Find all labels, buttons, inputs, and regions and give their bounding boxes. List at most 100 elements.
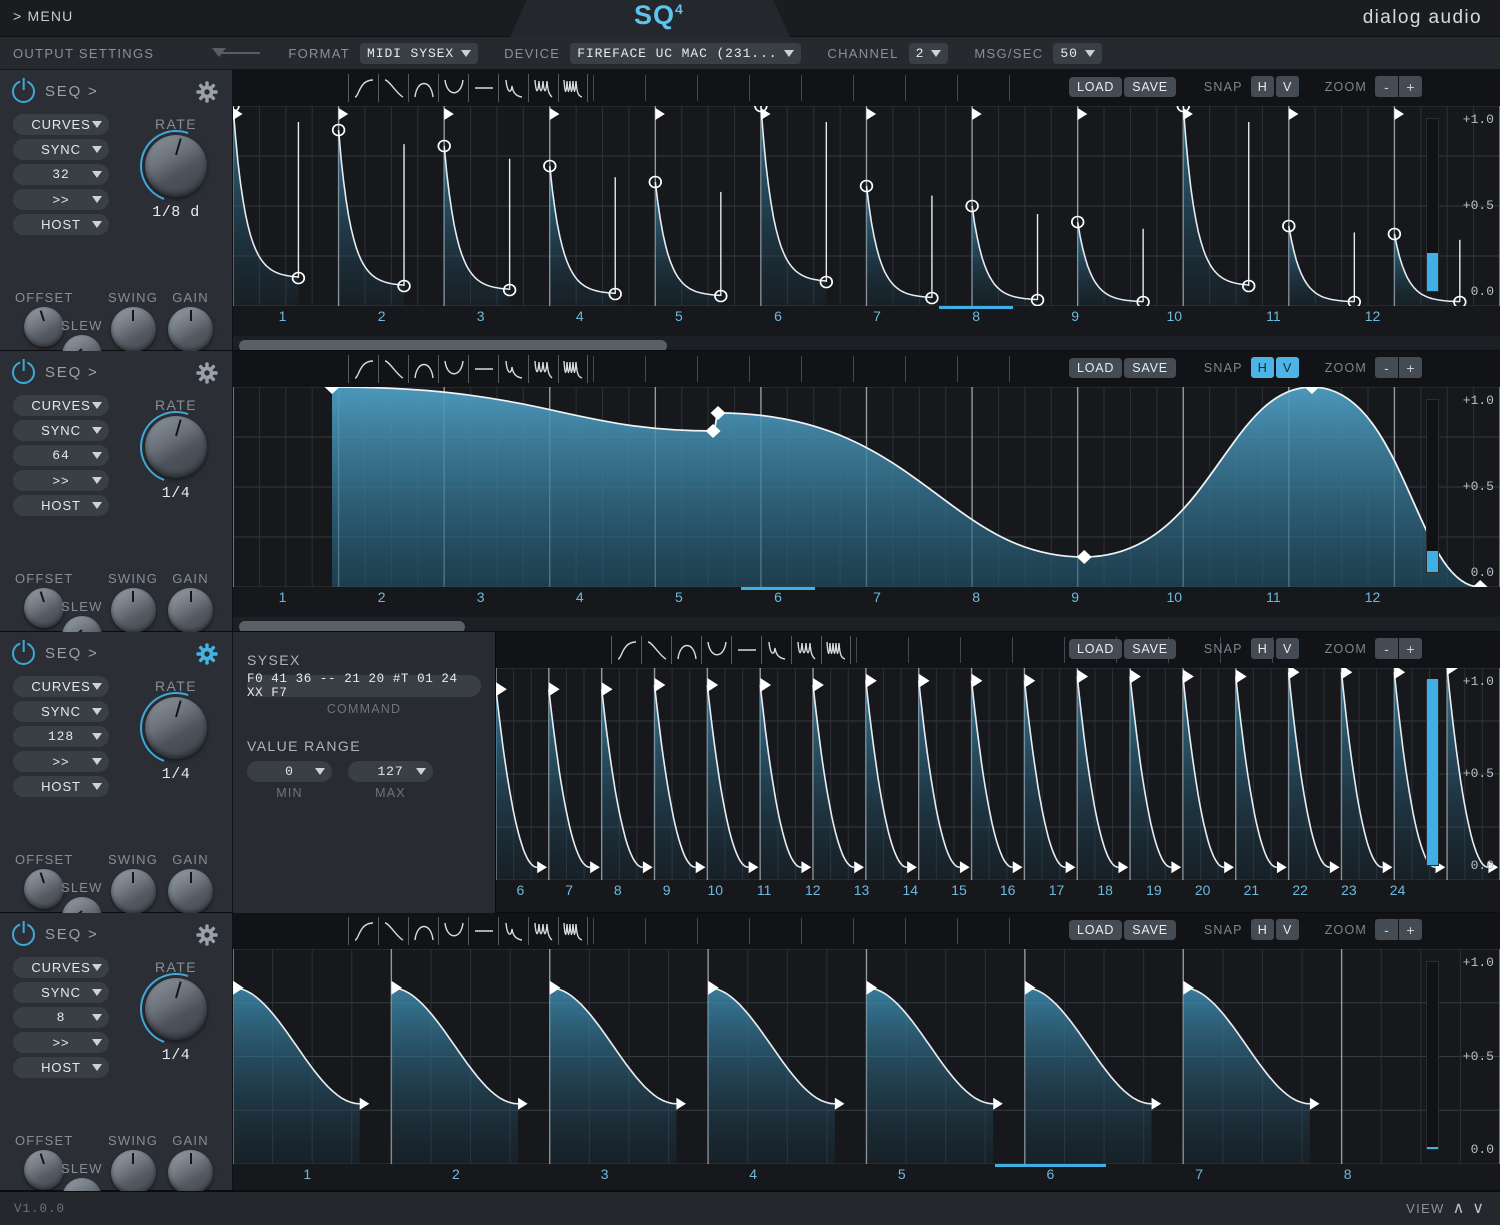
scrollbar-thumb-2[interactable]	[239, 621, 465, 631]
gear-icon-4[interactable]	[196, 924, 218, 946]
offset-knob-1[interactable]	[24, 307, 65, 347]
curve-valley-icon[interactable]	[438, 74, 468, 102]
zoom-out-button-2[interactable]: -	[1375, 357, 1398, 378]
sysex-command-field[interactable]: F0 41 36 -- 21 20 #T 01 24 XX F7	[247, 672, 481, 700]
save-button-1[interactable]: SAVE	[1124, 76, 1176, 97]
rate-knob-3[interactable]	[128, 680, 224, 776]
graph-panel-4[interactable]: LOAD SAVE SNAP H V ZOOM - + +1.0 +0.5 0.…	[233, 913, 1500, 1190]
timeline-number[interactable]: 6	[516, 882, 524, 898]
timeline-number[interactable]: 5	[675, 308, 683, 324]
timeline-number[interactable]: 12	[1365, 308, 1381, 324]
seq-label-2[interactable]: SEQ >	[45, 364, 99, 381]
plot-area-2[interactable]: +1.0 +0.5 0.0	[233, 387, 1500, 587]
timeline-number[interactable]: 9	[1071, 589, 1079, 605]
curve-dense-decay-icon[interactable]	[558, 355, 588, 383]
timeline-number[interactable]: 7	[873, 308, 881, 324]
timeline-3[interactable]: 6 7 8 9 10 11 12 13 14 15 16 17 18 19 20 21 22 23 24	[496, 880, 1500, 910]
timeline-number[interactable]: 5	[675, 589, 683, 605]
curve-arch-icon[interactable]	[408, 917, 438, 945]
steps-select-3[interactable]: 128	[13, 726, 109, 747]
snap-v-toggle-3[interactable]: V	[1275, 638, 1299, 659]
timeline-number[interactable]: 8	[972, 308, 980, 324]
curve-decay-icon[interactable]	[498, 917, 528, 945]
sync-select-2[interactable]: SYNC	[13, 420, 109, 441]
curve-flat-icon[interactable]	[468, 74, 498, 102]
snap-h-toggle-3[interactable]: H	[1250, 638, 1274, 659]
timeline-number[interactable]: 15	[951, 882, 967, 898]
seq-label-4[interactable]: SEQ >	[45, 926, 99, 943]
timeline-number[interactable]: 7	[1195, 1166, 1203, 1182]
timeline-number[interactable]: 11	[1266, 308, 1281, 324]
curve-flat-icon[interactable]	[731, 636, 761, 664]
timeline-number[interactable]: 1	[303, 1166, 311, 1182]
zoom-in-button-1[interactable]: +	[1399, 76, 1422, 97]
timeline-number[interactable]: 13	[854, 882, 870, 898]
clock-select-4[interactable]: HOST	[13, 1057, 109, 1078]
timeline-number[interactable]: 6	[1046, 1166, 1054, 1182]
mode-select-2[interactable]: CURVES	[13, 395, 109, 416]
offset-knob-2[interactable]	[24, 588, 65, 628]
swing-knob-1[interactable]	[110, 307, 156, 352]
sync-select-3[interactable]: SYNC	[13, 701, 109, 722]
curve-decay-icon[interactable]	[761, 636, 791, 664]
format-dropdown[interactable]: MIDI SYSEX	[360, 42, 479, 64]
load-button-4[interactable]: LOAD	[1068, 919, 1123, 940]
timeline-number[interactable]: 18	[1097, 882, 1113, 898]
snap-v-toggle-4[interactable]: V	[1275, 919, 1299, 940]
direction-select-4[interactable]: >>	[13, 1032, 109, 1053]
power-toggle-3[interactable]	[12, 642, 35, 665]
curve-s-icon[interactable]	[348, 355, 378, 383]
timeline-number[interactable]: 8	[614, 882, 622, 898]
clock-select-2[interactable]: HOST	[13, 495, 109, 516]
timeline-number[interactable]: 5	[898, 1166, 906, 1182]
timeline-number[interactable]: 9	[1071, 308, 1079, 324]
timeline-number[interactable]: 6	[774, 308, 782, 324]
timeline-number[interactable]: 11	[1266, 589, 1281, 605]
curve-s-icon[interactable]	[348, 74, 378, 102]
loop-indicator-2[interactable]	[740, 587, 816, 590]
direction-select-3[interactable]: >>	[13, 751, 109, 772]
curve-dense-decay-icon[interactable]	[558, 74, 588, 102]
timeline-number[interactable]: 6	[774, 589, 782, 605]
chevron-down-icon[interactable]: ∨	[1472, 1200, 1484, 1217]
swing-knob-3[interactable]	[110, 869, 156, 914]
curve-multi-decay-icon[interactable]	[528, 355, 558, 383]
sync-select-4[interactable]: SYNC	[13, 982, 109, 1003]
timeline-4[interactable]: 1 2 3 4 5 6 7 8	[233, 1164, 1500, 1190]
curve-flat-icon[interactable]	[468, 355, 498, 383]
curve-valley-icon[interactable]	[438, 355, 468, 383]
curve-decay-icon[interactable]	[498, 74, 528, 102]
gear-icon-2[interactable]	[196, 362, 218, 384]
power-toggle-1[interactable]	[12, 80, 35, 103]
power-toggle-2[interactable]	[12, 361, 35, 384]
direction-select-1[interactable]: >>	[13, 189, 109, 210]
timeline-number[interactable]: 10	[708, 882, 724, 898]
timeline-number[interactable]: 4	[749, 1166, 757, 1182]
timeline-number[interactable]: 8	[972, 589, 980, 605]
curve-dense-decay-icon[interactable]	[821, 636, 851, 664]
graph-panel-3[interactable]: LOAD SAVE SNAP H V ZOOM - + +1.0 +0.5 0.…	[496, 632, 1500, 912]
snap-h-toggle-2[interactable]: H	[1250, 357, 1274, 378]
rate-knob-2[interactable]	[128, 399, 224, 495]
timeline-number[interactable]: 4	[576, 589, 584, 605]
timeline-2[interactable]: 1 2 3 4 5 6 7 8 9 10 11 12	[233, 587, 1500, 617]
timeline-number[interactable]: 9	[663, 882, 671, 898]
timeline-number[interactable]: 12	[1365, 589, 1381, 605]
load-button-1[interactable]: LOAD	[1068, 76, 1123, 97]
timeline-number[interactable]: 8	[1344, 1166, 1352, 1182]
curve-flat-icon[interactable]	[468, 917, 498, 945]
timeline-number[interactable]: 21	[1244, 882, 1260, 898]
curve-fall-icon[interactable]	[641, 636, 671, 664]
snap-h-toggle-1[interactable]: H	[1250, 76, 1274, 97]
zoom-in-button-3[interactable]: +	[1399, 638, 1422, 659]
msgsec-dropdown[interactable]: 50	[1053, 42, 1102, 64]
curve-s-icon[interactable]	[611, 636, 641, 664]
zoom-out-button-4[interactable]: -	[1375, 919, 1398, 940]
clock-select-1[interactable]: HOST	[13, 214, 109, 235]
load-button-2[interactable]: LOAD	[1068, 357, 1123, 378]
curve-multi-decay-icon[interactable]	[528, 74, 558, 102]
timeline-number[interactable]: 7	[565, 882, 573, 898]
graph-panel-2[interactable]: LOAD SAVE SNAP H V ZOOM - + +1.0 +0.5 0.…	[233, 351, 1500, 631]
timeline-number[interactable]: 19	[1146, 882, 1162, 898]
seq-label-1[interactable]: SEQ >	[45, 83, 99, 100]
